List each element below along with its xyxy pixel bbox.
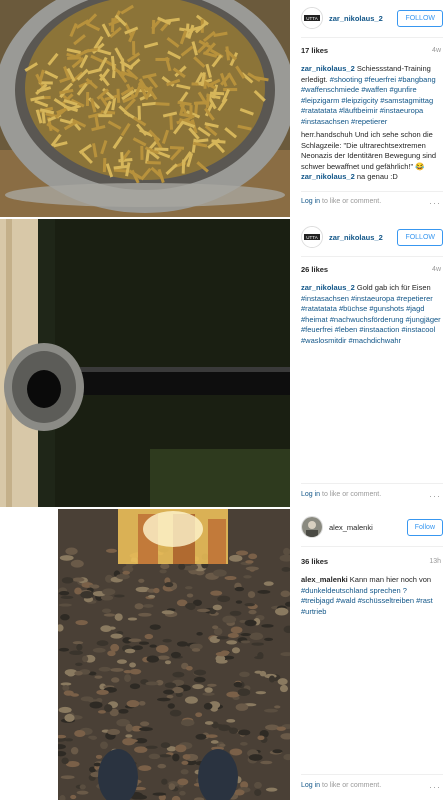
follow-button[interactable]: Follow	[406, 518, 443, 536]
post-photo-forest-floor[interactable]	[58, 509, 290, 800]
login-link[interactable]: Log in	[301, 198, 320, 205]
like-count[interactable]: 36 likes	[301, 557, 328, 566]
post-panel: UTTA zar_nikolaus_2 FOLLOW 17 likes 4w z…	[293, 0, 447, 217]
avatar[interactable]: UTTA	[301, 226, 323, 248]
divider	[301, 483, 443, 484]
more-options-icon[interactable]: ···	[429, 782, 441, 792]
login-link[interactable]: Log in	[301, 782, 320, 789]
username[interactable]: zar_nikolaus_2	[329, 14, 397, 23]
post-photo-brass-casings[interactable]	[0, 0, 290, 217]
caption: alex_malenki Kann man hier noch von #dun…	[301, 575, 441, 617]
post-1: UTTA zar_nikolaus_2 FOLLOW 17 likes 4w z…	[0, 0, 447, 217]
post-header: UTTA zar_nikolaus_2 FOLLOW	[301, 6, 443, 30]
post-footer: Log in to like or comment. ···	[301, 782, 441, 792]
caption-username[interactable]: zar_nikolaus_2	[301, 283, 355, 292]
comment: zar_nikolaus_2 na genau :D	[301, 172, 441, 183]
login-link[interactable]: Log in	[301, 491, 320, 498]
divider	[301, 546, 443, 547]
divider	[301, 774, 443, 775]
brass-casings-image	[0, 0, 290, 217]
username[interactable]: zar_nikolaus_2	[329, 233, 397, 242]
avatar-text: UTTA	[306, 235, 317, 240]
caption-hashtags[interactable]: #dunkeldeutschland sprechen ? #treibjagd…	[301, 586, 433, 616]
caption-hashtags[interactable]: #instasachsen #instaeuropa #repetierer #…	[301, 294, 441, 345]
comment: herr.handschuh Und ich sehe schon die Sc…	[301, 130, 441, 172]
rifle-barrel-image	[0, 219, 290, 507]
comment-text: na genau :D	[356, 172, 398, 181]
comment-username[interactable]: zar_nikolaus_2	[301, 172, 355, 181]
caption-text: Kann man hier noch von	[349, 575, 432, 584]
avatar[interactable]	[301, 516, 323, 538]
post-panel: UTTA zar_nikolaus_2 FOLLOW 26 likes 4w z…	[293, 219, 447, 507]
caption: zar_nikolaus_2 Gold gab ich für Eisen #i…	[301, 283, 441, 346]
more-options-icon[interactable]: ···	[429, 198, 441, 208]
caption-text: Gold gab ich für Eisen	[356, 283, 431, 292]
post-age[interactable]: 4w	[432, 266, 441, 273]
post-footer: Log in to like or comment. ···	[301, 491, 441, 501]
like-count[interactable]: 26 likes	[301, 265, 328, 274]
post-age[interactable]: 13h	[429, 558, 441, 565]
follow-button[interactable]: FOLLOW	[397, 9, 443, 27]
post-photo-rifle-barrel[interactable]	[0, 219, 290, 507]
caption-username[interactable]: alex_malenki	[301, 575, 348, 584]
caption-username[interactable]: zar_nikolaus_2	[301, 64, 355, 73]
post-header: UTTA zar_nikolaus_2 FOLLOW	[301, 225, 443, 249]
login-prompt: to like or comment.	[322, 491, 382, 498]
post-panel: alex_malenki Follow 36 likes 13h alex_ma…	[293, 509, 447, 800]
post-3: alex_malenki Follow 36 likes 13h alex_ma…	[0, 509, 447, 800]
avatar-text: UTTA	[306, 16, 317, 21]
avatar-image	[302, 517, 322, 537]
more-options-icon[interactable]: ···	[429, 491, 441, 501]
caption: zar_nikolaus_2 Schiessstand-Training erl…	[301, 64, 441, 183]
login-prompt: to like or comment.	[322, 782, 382, 789]
post-2: UTTA zar_nikolaus_2 FOLLOW 26 likes 4w z…	[0, 219, 447, 507]
post-header: alex_malenki Follow	[301, 515, 443, 539]
like-count[interactable]: 17 likes	[301, 46, 328, 55]
avatar-image: UTTA	[302, 227, 322, 247]
comment-username[interactable]: herr.handschuh	[301, 130, 353, 139]
login-prompt: to like or comment.	[322, 198, 382, 205]
divider	[301, 191, 443, 192]
avatar-image: UTTA	[302, 8, 322, 28]
avatar[interactable]: UTTA	[301, 7, 323, 29]
follow-button[interactable]: FOLLOW	[397, 228, 443, 246]
forest-floor-image	[58, 509, 290, 800]
divider	[301, 256, 443, 257]
username[interactable]: alex_malenki	[329, 523, 407, 532]
post-footer: Log in to like or comment. ···	[301, 198, 441, 208]
post-age[interactable]: 4w	[432, 47, 441, 54]
divider	[301, 37, 443, 38]
